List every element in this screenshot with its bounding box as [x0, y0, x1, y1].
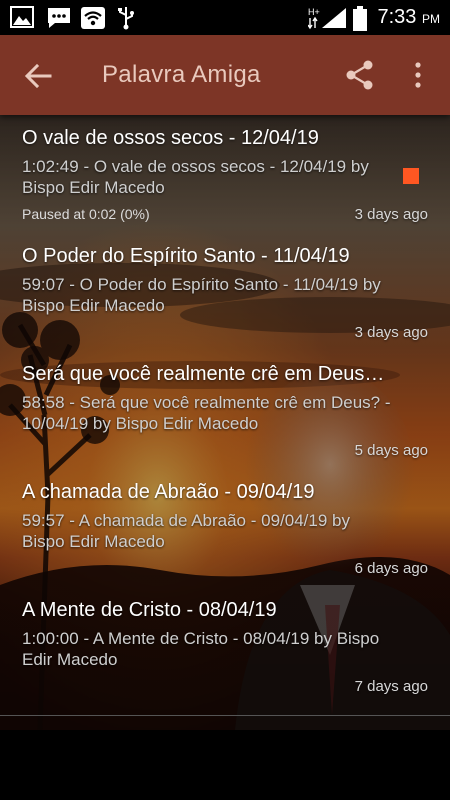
list-item[interactable]: O vale de ossos secos - 12/04/19 1:02:49 …: [0, 115, 450, 233]
episode-title: Será que você realmente crê em Deus…: [22, 363, 385, 385]
signal-icon: H+: [308, 7, 346, 30]
episode-status: Paused at 0:02 (0%): [22, 206, 150, 222]
list-item[interactable]: O Poder do Espírito Santo - 11/04/19 59:0…: [0, 233, 450, 351]
back-arrow-icon[interactable]: [22, 61, 54, 91]
episode-title: O vale de ossos secos - 12/04/19: [22, 127, 319, 149]
episode-description: 59:07 - O Poder do Espírito Santo - 11/0…: [22, 275, 381, 315]
episode-date: 7 days ago: [354, 678, 428, 695]
episode-title: A chamada de Abraão - 09/04/19: [22, 481, 315, 503]
stop-icon[interactable]: [403, 168, 419, 184]
episode-list[interactable]: O vale de ossos secos - 12/04/19 1:02:49 …: [0, 115, 450, 730]
episode-description: 1:00:00 - A Mente de Cristo - 08/04/19 b…: [22, 629, 380, 669]
list-divider: [0, 715, 450, 716]
episode-title: A Mente de Cristo - 08/04/19: [22, 599, 277, 621]
more-options-icon[interactable]: [406, 59, 430, 91]
episode-description: 58:58 - Será que você realmente crê em D…: [22, 393, 391, 433]
episode-date: 5 days ago: [354, 442, 428, 459]
wifi-icon: [81, 7, 105, 29]
episode-description: 1:02:49 - O vale de ossos secos - 12/04/…: [22, 157, 369, 197]
list-item[interactable]: A Mente de Cristo - 08/04/19 1:00:00 - A …: [0, 587, 450, 705]
episode-date: 3 days ago: [354, 206, 428, 223]
episode-description: 59:57 - A chamada de Abraão - 09/04/19 b…: [22, 511, 350, 551]
image-icon: [10, 6, 34, 28]
usb-icon: [118, 7, 134, 30]
status-bar: H+ 7:33 PM: [0, 0, 450, 35]
app-bar: Palavra Amiga: [0, 35, 450, 115]
episode-date: 6 days ago: [354, 560, 428, 577]
time-text: 7:33: [377, 6, 417, 28]
svg-text:H+: H+: [308, 7, 320, 17]
list-item[interactable]: Será que você realmente crê em Deus… 58:5…: [0, 351, 450, 469]
episode-date: 3 days ago: [354, 324, 428, 341]
status-time: 7:33 PM: [378, 6, 441, 29]
share-icon[interactable]: [344, 59, 376, 91]
ampm-text: PM: [422, 12, 440, 26]
chat-icon: [48, 8, 70, 28]
list-item[interactable]: A chamada de Abraão - 09/04/19 59:57 - A …: [0, 469, 450, 587]
page-title: Palavra Amiga: [102, 61, 261, 88]
battery-icon: [353, 6, 367, 31]
episode-title: O Poder do Espírito Santo - 11/04/19: [22, 245, 350, 267]
